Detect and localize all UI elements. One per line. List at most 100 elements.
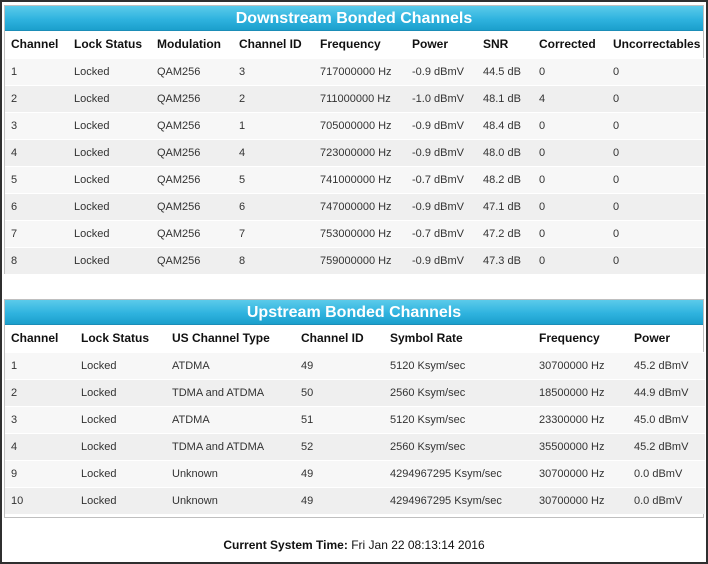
table-cell: 705000000 Hz: [314, 111, 406, 139]
table-row: 5 Locked QAM256 5 741000000 Hz -0.7 dBmV 48.2 …: [5, 165, 705, 193]
upstream-body: 1 Locked ATDMA 49 5120 Ksym/sec 30700000 Hz 45…: [5, 351, 705, 514]
table-cell: 35500000 Hz: [533, 432, 628, 460]
table-cell: Locked: [68, 219, 151, 247]
table-cell: 1: [5, 57, 68, 85]
table-cell: 0: [607, 57, 705, 85]
table-cell: QAM256: [151, 111, 233, 139]
table-cell: 48.2 dB: [477, 165, 533, 193]
table-cell: 47.3 dB: [477, 246, 533, 274]
table-cell: 30700000 Hz: [533, 351, 628, 379]
table-row: 9 Locked Unknown 49 4294967295 Ksym/sec 30700…: [5, 459, 705, 487]
table-cell: 741000000 Hz: [314, 165, 406, 193]
upstream-section: Upstream Bonded Channels Channel Lock Sta…: [4, 299, 705, 518]
table-cell: 5: [5, 165, 68, 193]
table-cell: 5: [233, 165, 314, 193]
table-cell: ATDMA: [166, 351, 295, 379]
table-cell: 0: [607, 246, 705, 274]
table-cell: Locked: [75, 486, 166, 514]
us-header-cell: Power: [634, 331, 671, 346]
table-cell: Locked: [68, 111, 151, 139]
table-cell: 49: [295, 486, 384, 514]
ds-header-cell: Lock Status: [74, 37, 143, 52]
table-cell: -0.9 dBmV: [406, 111, 477, 139]
table-cell: 51: [295, 405, 384, 433]
ds-header-cell: Channel ID: [239, 37, 302, 52]
table-row: 7 Locked QAM256 7 753000000 Hz -0.7 dBmV 47.2 …: [5, 219, 705, 247]
table-cell: 2560 Ksym/sec: [384, 432, 533, 460]
system-time: Current System Time: Fri Jan 22 08:13:14…: [2, 538, 706, 552]
table-cell: 4: [5, 138, 68, 166]
table-row: 3 Locked QAM256 1 705000000 Hz -0.9 dBmV 48.4 …: [5, 111, 705, 139]
table-cell: TDMA and ATDMA: [166, 378, 295, 406]
table-cell: 0: [607, 219, 705, 247]
table-cell: Locked: [75, 459, 166, 487]
table-row: 8 Locked QAM256 8 759000000 Hz -0.9 dBmV 47.3 …: [5, 246, 705, 274]
table-cell: 0: [533, 111, 607, 139]
table-cell: 48.1 dB: [477, 84, 533, 112]
us-header-cell: Frequency: [539, 331, 600, 346]
table-cell: ATDMA: [166, 405, 295, 433]
downstream-header-row: Channel Lock Status Modulation Channel ID Fr…: [5, 31, 705, 58]
table-cell: 3: [5, 111, 68, 139]
table-cell: 44.9 dBmV: [628, 378, 705, 406]
table-cell: -0.9 dBmV: [406, 192, 477, 220]
table-cell: 0: [533, 246, 607, 274]
table-cell: QAM256: [151, 84, 233, 112]
table-cell: 10: [5, 486, 75, 514]
table-cell: 50: [295, 378, 384, 406]
ds-header-cell: Modulation: [157, 37, 221, 52]
table-cell: 4294967295 Ksym/sec: [384, 459, 533, 487]
table-cell: 0.0 dBmV: [628, 459, 705, 487]
us-header-cell: US Channel Type: [172, 331, 270, 346]
table-cell: Locked: [75, 432, 166, 460]
table-cell: -0.7 dBmV: [406, 165, 477, 193]
table-cell: 711000000 Hz: [314, 84, 406, 112]
table-row: 3 Locked ATDMA 51 5120 Ksym/sec 23300000 Hz 45…: [5, 405, 705, 433]
table-cell: 0: [533, 57, 607, 85]
table-cell: QAM256: [151, 57, 233, 85]
table-cell: 1: [5, 351, 75, 379]
table-cell: QAM256: [151, 192, 233, 220]
table-cell: 52: [295, 432, 384, 460]
ds-header-cell: Frequency: [320, 37, 381, 52]
table-cell: TDMA and ATDMA: [166, 432, 295, 460]
upstream-title: Upstream Bonded Channels: [5, 300, 703, 325]
table-cell: 6: [5, 192, 68, 220]
table-cell: Locked: [75, 351, 166, 379]
table-row: 2 Locked QAM256 2 711000000 Hz -1.0 dBmV 48.1 …: [5, 84, 705, 112]
table-cell: 0.0 dBmV: [628, 486, 705, 514]
downstream-body: 1 Locked QAM256 3 717000000 Hz -0.9 dBmV 44.5 …: [5, 57, 705, 274]
table-cell: 2: [5, 84, 68, 112]
table-cell: 0: [607, 192, 705, 220]
table-cell: 44.5 dB: [477, 57, 533, 85]
ds-header-cell: SNR: [483, 37, 509, 52]
table-cell: -0.9 dBmV: [406, 246, 477, 274]
table-cell: 47.2 dB: [477, 219, 533, 247]
table-cell: 23300000 Hz: [533, 405, 628, 433]
us-header-cell: Channel: [11, 331, 59, 346]
table-cell: Locked: [68, 246, 151, 274]
table-cell: 8: [233, 246, 314, 274]
downstream-table: Channel Lock Status Modulation Channel ID Fr…: [5, 31, 705, 274]
table-cell: 717000000 Hz: [314, 57, 406, 85]
table-cell: 45.2 dBmV: [628, 432, 705, 460]
table-cell: 747000000 Hz: [314, 192, 406, 220]
table-row: 1 Locked QAM256 3 717000000 Hz -0.9 dBmV 44.5 …: [5, 57, 705, 85]
ds-header-cell: Corrected: [539, 37, 596, 52]
table-cell: 48.0 dB: [477, 138, 533, 166]
ds-header-cell: Channel: [11, 37, 59, 52]
table-cell: 4: [233, 138, 314, 166]
table-row: 2 Locked TDMA and ATDMA 50 2560 Ksym/sec 1850…: [5, 378, 705, 406]
table-cell: 47.1 dB: [477, 192, 533, 220]
table-cell: 7: [5, 219, 68, 247]
upstream-header-row: Channel Lock Status US Channel Type Channel…: [5, 325, 705, 352]
us-header-cell: Channel ID: [301, 331, 364, 346]
table-cell: 48.4 dB: [477, 111, 533, 139]
table-cell: -1.0 dBmV: [406, 84, 477, 112]
table-cell: 0: [533, 165, 607, 193]
table-cell: 49: [295, 459, 384, 487]
table-row: 6 Locked QAM256 6 747000000 Hz -0.9 dBmV 47.1 …: [5, 192, 705, 220]
system-time-label: Current System Time:: [223, 538, 348, 552]
downstream-section: Downstream Bonded Channels Channel Lock S…: [4, 5, 705, 274]
table-cell: -0.9 dBmV: [406, 138, 477, 166]
